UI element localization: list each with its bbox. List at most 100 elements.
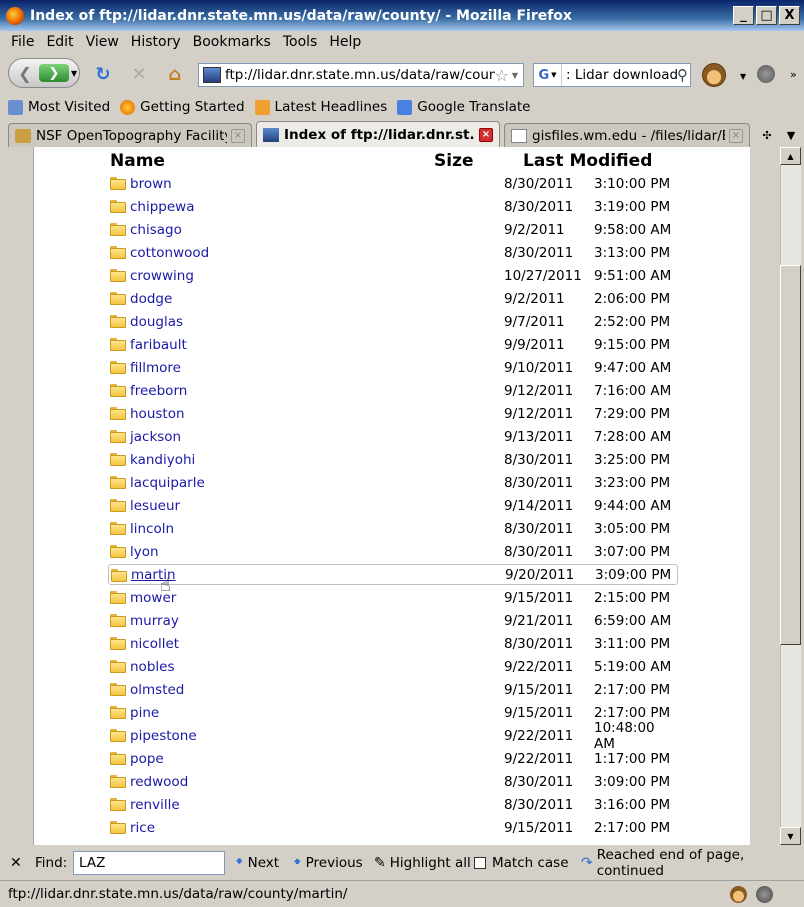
listing-row[interactable]: kandiyohi 8/30/2011 3:25:00 PM [108,449,678,470]
match-case-checkbox[interactable]: Match case [474,855,569,871]
folder-link[interactable]: pine [130,705,159,721]
listing-row[interactable]: nicollet 8/30/2011 3:11:00 PM [108,633,678,654]
listing-row[interactable]: faribault 9/9/2011 9:15:00 PM [108,334,678,355]
url-bar[interactable]: ☆ ▼ [198,63,524,87]
listing-row[interactable]: pope 9/22/2011 1:17:00 PM [108,748,678,769]
listing-row[interactable]: lesueur 9/14/2011 9:44:00 AM [108,495,678,516]
folder-link[interactable]: murray [130,613,179,629]
folder-link[interactable]: chippewa [130,199,195,215]
folder-link[interactable]: pope [130,751,164,767]
folder-link[interactable]: lacquiparle [130,475,205,491]
find-previous-button[interactable]: 🠹 Previous [293,851,363,875]
tab-opentopography[interactable]: NSF OpenTopography Facility × [8,123,252,147]
search-input[interactable] [562,67,677,83]
folder-link[interactable]: rice [130,820,155,836]
reload-icon[interactable]: ↻ [92,63,114,85]
folder-link[interactable]: lyon [130,544,159,560]
listing-row[interactable]: nobles 9/22/2011 5:19:00 AM [108,656,678,677]
listing-row[interactable]: pipestone 9/22/2011 10:48:00 AM [108,720,678,752]
url-dropdown-icon[interactable]: ▼ [512,71,518,80]
tab-gisfiles[interactable]: gisfiles.wm.edu - /files/lidar/ES... × [504,123,750,147]
folder-link[interactable]: fillmore [130,360,181,376]
listing-row[interactable]: pine 9/15/2011 2:17:00 PM [108,702,678,723]
greasemonkey-icon[interactable] [702,63,726,87]
folder-link[interactable]: dodge [130,291,172,307]
close-window-button[interactable]: X [779,6,800,25]
folder-link[interactable]: douglas [130,314,183,330]
folder-link[interactable]: kandiyohi [130,452,195,468]
tab-overflow-icon[interactable]: ▼ [780,124,802,146]
checkbox-icon[interactable] [474,857,486,869]
highlight-all-button[interactable]: ✎ Highlight all [374,855,471,871]
folder-link[interactable]: lesueur [130,498,180,514]
listing-row[interactable]: douglas 9/7/2011 2:52:00 PM [108,311,678,332]
folder-link[interactable]: houston [130,406,185,422]
folder-link[interactable]: renville [130,797,180,813]
addon-circle-icon[interactable] [757,65,775,83]
listing-row[interactable]: lyon 8/30/2011 3:07:00 PM [108,541,678,562]
folder-link[interactable]: faribault [130,337,187,353]
forward-button[interactable]: ❯ [39,64,69,82]
folder-link[interactable]: chisago [130,222,182,238]
search-bar[interactable]: G▼ ⚲ [533,63,691,87]
listing-row[interactable]: lacquiparle 8/30/2011 3:23:00 PM [108,472,678,493]
menu-edit[interactable]: Edit [40,34,79,50]
folder-link[interactable]: brown [130,176,172,192]
listing-row[interactable]: olmsted 9/15/2011 2:17:00 PM [108,679,678,700]
close-find-icon[interactable]: ✕ [10,855,22,871]
listing-row[interactable]: renville 8/30/2011 3:16:00 PM [108,794,678,815]
folder-link[interactable]: lincoln [130,521,174,537]
home-icon[interactable]: ⌂ [164,63,186,85]
maximize-button[interactable]: □ [756,6,777,25]
tab-close-icon[interactable]: × [729,128,743,143]
listing-row[interactable]: rice 9/15/2011 2:17:00 PM [108,817,678,838]
folder-link[interactable]: nicollet [130,636,179,652]
menu-history[interactable]: History [125,34,187,50]
listing-row[interactable]: jackson 9/13/2011 7:28:00 AM [108,426,678,447]
menu-bookmarks[interactable]: Bookmarks [187,34,277,50]
bookmark-getting-started[interactable]: Getting Started [120,99,245,115]
listing-row[interactable]: freeborn 9/12/2011 7:16:00 AM [108,380,678,401]
listing-row[interactable]: houston 9/12/2011 7:29:00 PM [108,403,678,424]
folder-link[interactable]: redwood [130,774,188,790]
column-header-size[interactable]: Size [434,151,474,171]
listing-row[interactable]: fillmore 9/10/2011 9:47:00 AM [108,357,678,378]
back-button[interactable]: ❮ [9,59,41,87]
listing-row[interactable]: chisago 9/2/2011 9:58:00 AM [108,219,678,240]
listing-row[interactable]: lincoln 8/30/2011 3:05:00 PM [108,518,678,539]
folder-link[interactable]: nobles [130,659,174,675]
tab-list-icon[interactable]: ✣ [756,124,778,146]
folder-link[interactable]: cottonwood [130,245,209,261]
bookmark-star-icon[interactable]: ☆ [495,66,509,85]
listing-row[interactable]: redwood 8/30/2011 3:09:00 PM [108,771,678,792]
tab-close-icon[interactable]: × [479,127,493,142]
scroll-up-icon[interactable]: ▲ [780,147,801,165]
folder-link[interactable]: freeborn [130,383,187,399]
listing-row[interactable]: cottonwood 8/30/2011 3:13:00 PM [108,242,678,263]
listing-row[interactable]: chippewa 8/30/2011 3:19:00 PM [108,196,678,217]
column-header-modified[interactable]: Last Modified [523,151,652,171]
folder-link[interactable]: olmsted [130,682,184,698]
minimize-button[interactable]: _ [733,6,754,25]
site-identity-icon[interactable] [203,67,221,83]
vertical-scrollbar[interactable]: ▲ ▼ [750,147,802,845]
url-input[interactable] [225,67,495,83]
find-next-button[interactable]: 🠻 Next [235,851,279,875]
history-dropdown-icon[interactable]: ▼ [71,69,77,78]
folder-link[interactable]: pipestone [130,728,197,744]
find-input[interactable] [73,851,225,875]
bookmark-google-translate[interactable]: Google Translate [397,99,530,115]
listing-row[interactable]: crowwing 10/27/2011 9:51:00 AM [108,265,678,286]
scroll-thumb[interactable] [780,265,801,645]
tab-ftp-index[interactable]: Index of ftp://lidar.dnr.st... × [256,121,500,147]
toolbar-overflow-icon[interactable]: » [790,68,797,81]
listing-row[interactable]: martin 9/20/2011 3:09:00 PM [108,564,678,585]
greasemonkey-status-icon[interactable] [730,886,747,903]
tab-close-icon[interactable]: × [231,128,245,143]
greasemonkey-dropdown-icon[interactable]: ▼ [740,72,746,81]
listing-row[interactable]: murray 9/21/2011 6:59:00 AM [108,610,678,631]
search-engine-icon[interactable]: G ▼ [534,64,562,86]
menu-view[interactable]: View [80,34,125,50]
menu-help[interactable]: Help [323,34,367,50]
listing-row[interactable]: mower 9/15/2011 2:15:00 PM [108,587,678,608]
